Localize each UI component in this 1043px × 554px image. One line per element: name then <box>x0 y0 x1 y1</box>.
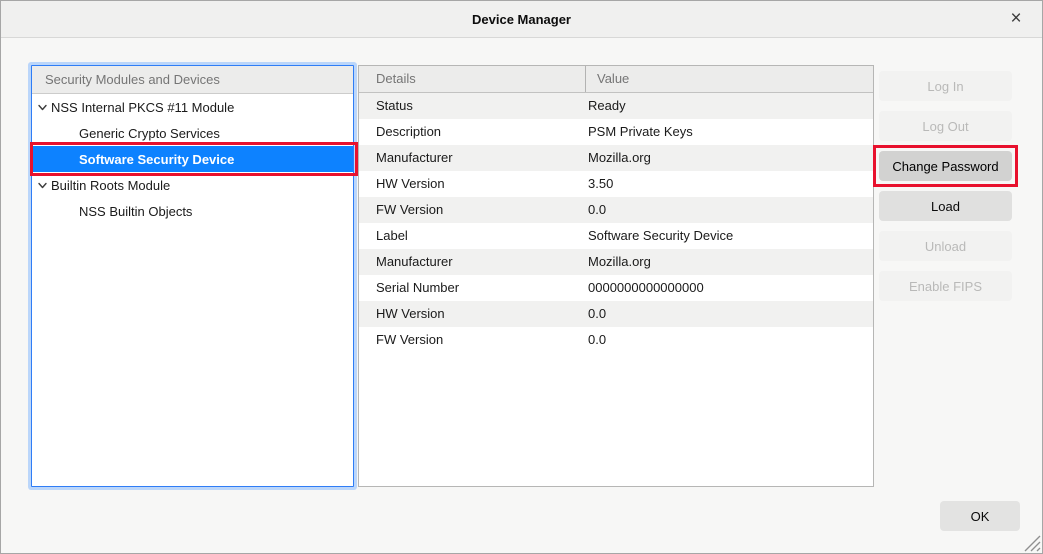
tree-item-label: Software Security Device <box>79 152 234 167</box>
tree-item-nss-builtin-objects[interactable]: NSS Builtin Objects <box>32 198 353 224</box>
detail-label: HW Version <box>359 301 585 327</box>
detail-label: Description <box>359 119 585 145</box>
detail-value: Software Security Device <box>585 223 873 249</box>
tree-panel-header: Security Modules and Devices <box>32 66 353 94</box>
tree-item-label: NSS Internal PKCS #11 Module <box>51 100 234 115</box>
tree-item-label: Generic Crypto Services <box>79 126 220 141</box>
detail-row-hw-version: HW Version 3.50 <box>359 171 873 197</box>
tree-item-software-security-device[interactable]: Software Security Device <box>32 146 353 172</box>
detail-value: 0000000000000000 <box>585 275 873 301</box>
detail-value: Mozilla.org <box>585 249 873 275</box>
detail-label: HW Version <box>359 171 585 197</box>
detail-row-description: Description PSM Private Keys <box>359 119 873 145</box>
log-out-button[interactable]: Log Out <box>879 111 1012 141</box>
tree-item-builtin-roots-module[interactable]: Builtin Roots Module <box>32 172 353 198</box>
detail-value: 3.50 <box>585 171 873 197</box>
tree-item-label: NSS Builtin Objects <box>79 204 192 219</box>
value-column-header: Value <box>585 66 873 92</box>
security-modules-tree-panel: Security Modules and Devices NSS Interna… <box>31 65 354 487</box>
enable-fips-button[interactable]: Enable FIPS <box>879 271 1012 301</box>
log-in-button[interactable]: Log In <box>879 71 1012 101</box>
chevron-down-icon[interactable] <box>37 180 48 191</box>
detail-label: FW Version <box>359 327 585 353</box>
detail-label: Status <box>359 93 585 119</box>
tree-item-label: Builtin Roots Module <box>51 178 170 193</box>
detail-value: 0.0 <box>585 197 873 223</box>
detail-label: FW Version <box>359 197 585 223</box>
details-panel: Details Value Status Ready Description P… <box>358 65 874 487</box>
detail-row-hw-version-2: HW Version 0.0 <box>359 301 873 327</box>
load-button[interactable]: Load <box>879 191 1012 221</box>
detail-row-manufacturer-2: Manufacturer Mozilla.org <box>359 249 873 275</box>
ok-button[interactable]: OK <box>940 501 1020 531</box>
tree-item-generic-crypto-services[interactable]: Generic Crypto Services <box>32 120 353 146</box>
detail-label: Serial Number <box>359 275 585 301</box>
resize-grip[interactable] <box>1021 532 1041 552</box>
detail-row-fw-version-2: FW Version 0.0 <box>359 327 873 353</box>
detail-value: PSM Private Keys <box>585 119 873 145</box>
window-title: Device Manager <box>1 1 1042 38</box>
detail-row-status: Status Ready <box>359 93 873 119</box>
change-password-button[interactable]: Change Password <box>879 151 1012 181</box>
title-bar: Device Manager × <box>1 1 1042 38</box>
chevron-down-icon[interactable] <box>37 102 48 113</box>
detail-value: 0.0 <box>585 301 873 327</box>
details-column-header: Details <box>359 66 585 92</box>
detail-value: Mozilla.org <box>585 145 873 171</box>
detail-label: Label <box>359 223 585 249</box>
detail-value: Ready <box>585 93 873 119</box>
detail-row-fw-version: FW Version 0.0 <box>359 197 873 223</box>
detail-label: Manufacturer <box>359 145 585 171</box>
detail-value: 0.0 <box>585 327 873 353</box>
detail-row-label: Label Software Security Device <box>359 223 873 249</box>
detail-row-serial-number: Serial Number 0000000000000000 <box>359 275 873 301</box>
details-table-header: Details Value <box>359 66 873 93</box>
device-manager-dialog: Device Manager × Security Modules and De… <box>0 0 1043 554</box>
detail-row-manufacturer: Manufacturer Mozilla.org <box>359 145 873 171</box>
tree-item-nss-internal-pkcs11-module[interactable]: NSS Internal PKCS #11 Module <box>32 94 353 120</box>
unload-button[interactable]: Unload <box>879 231 1012 261</box>
close-icon[interactable]: × <box>1005 8 1027 30</box>
detail-label: Manufacturer <box>359 249 585 275</box>
